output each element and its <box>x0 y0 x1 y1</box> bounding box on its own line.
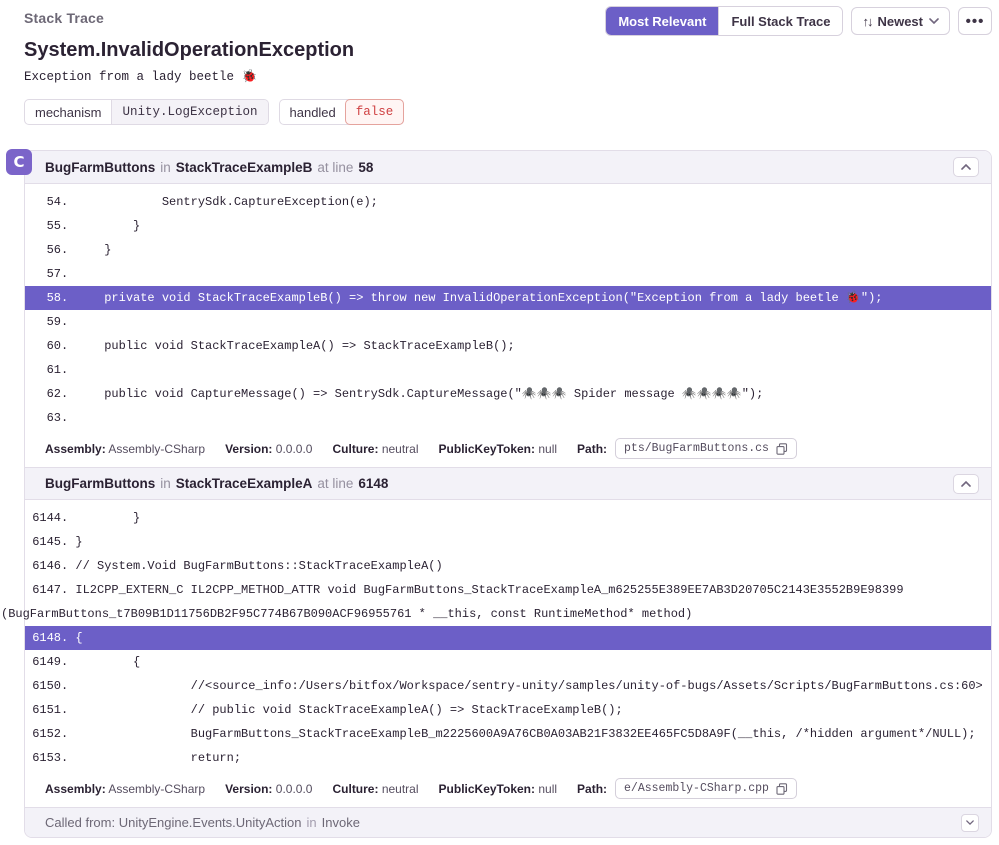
code-line: 6145. } <box>1 530 991 554</box>
path-label: Path: <box>577 782 607 796</box>
frames-list: BugFarmButtons in StackTraceExampleB at … <box>25 151 991 807</box>
code-line: 6146. // System.Void BugFarmButtons::Sta… <box>1 554 991 578</box>
ellipsis-icon: ••• <box>966 13 985 30</box>
stack-frame: BugFarmButtons in StackTraceExampleA at … <box>25 467 991 807</box>
token-value: null <box>538 442 557 456</box>
expand-frame-button[interactable] <box>961 814 979 832</box>
frame-function: StackTraceExampleB <box>176 160 313 175</box>
exception-message: Exception from a lady beetle 🐞 <box>24 69 992 84</box>
tag-key: handled <box>280 100 346 124</box>
at-line-label: at line <box>317 160 353 175</box>
collapsed-function: Invoke <box>322 815 360 830</box>
code-line: 6149. { <box>1 650 991 674</box>
chevron-up-icon <box>961 481 971 487</box>
code-line: 59. <box>1 310 991 334</box>
tag-mechanism[interactable]: mechanism Unity.LogException <box>24 99 269 125</box>
code-line: 63. <box>1 406 991 430</box>
code-line: 6147. IL2CPP_EXTERN_C IL2CPP_METHOD_ATTR… <box>1 578 991 626</box>
publickeytoken-label: PublicKeyToken: <box>439 442 535 456</box>
code-line: 6153. return; <box>1 746 991 770</box>
tag-key: mechanism <box>25 100 111 124</box>
frame-line-number: 6148 <box>358 476 388 491</box>
culture-value: neutral <box>382 442 419 456</box>
copy-icon <box>776 443 788 455</box>
version-label: Version: <box>225 442 272 456</box>
tags-row: mechanism Unity.LogException handled fal… <box>24 99 999 125</box>
chevron-down-icon <box>966 820 974 825</box>
frame-module: BugFarmButtons <box>45 476 155 491</box>
frame-header[interactable]: BugFarmButtons in StackTraceExampleB at … <box>25 151 991 184</box>
in-label: in <box>307 815 317 830</box>
code-line: 57. <box>1 262 991 286</box>
frame-module: BugFarmButtons <box>45 160 155 175</box>
code-line: 58. private void StackTraceExampleB() =>… <box>25 286 991 310</box>
in-label: in <box>160 476 171 491</box>
toolbar: Most Relevant Full Stack Trace ↑↓ Newest… <box>605 6 992 36</box>
stack-trace-card: C BugFarmButtons in StackTraceExampleB a… <box>24 150 992 838</box>
path-copy-button[interactable]: e/Assembly-CSharp.cpp <box>615 778 797 799</box>
code-line: 6144. } <box>1 506 991 530</box>
assembly-label: Assembly: <box>45 442 106 456</box>
sort-dropdown[interactable]: ↑↓ Newest <box>851 7 950 35</box>
full-stack-trace-button[interactable]: Full Stack Trace <box>718 7 842 35</box>
path-label: Path: <box>577 442 607 456</box>
sort-arrows-icon: ↑↓ <box>862 14 871 29</box>
more-options-button[interactable]: ••• <box>958 7 992 35</box>
tag-value: false <box>345 99 405 125</box>
tag-value: Unity.LogException <box>111 100 267 124</box>
frame-line-number: 58 <box>358 160 373 175</box>
collapsed-module: UnityEngine.Events.UnityAction <box>119 815 302 830</box>
path-copy-button[interactable]: pts/BugFarmButtons.cs <box>615 438 797 459</box>
csharp-platform-icon: C <box>6 149 32 175</box>
page-header: Stack Trace Most Relevant Full Stack Tra… <box>0 0 999 84</box>
platform-letter: C <box>13 153 24 171</box>
code-line: 54. SentrySdk.CaptureException(e); <box>1 190 991 214</box>
chevron-up-icon <box>961 164 971 170</box>
tag-handled[interactable]: handled false <box>279 99 405 125</box>
code-line: 6151. // public void StackTraceExampleA(… <box>1 698 991 722</box>
assembly-value: Assembly-CSharp <box>108 782 205 796</box>
in-label: in <box>160 160 171 175</box>
collapse-frame-button[interactable] <box>953 157 979 177</box>
version-value: 0.0.0.0 <box>276 442 313 456</box>
assembly-meta-row: Assembly: Assembly-CSharp Version: 0.0.0… <box>25 776 991 807</box>
code-line: 62. public void CaptureMessage() => Sent… <box>1 382 991 406</box>
code-line: 6152. BugFarmButtons_StackTraceExampleB_… <box>1 722 991 746</box>
assembly-label: Assembly: <box>45 782 106 796</box>
stack-trace-page: Stack Trace Most Relevant Full Stack Tra… <box>0 0 999 845</box>
at-line-label: at line <box>317 476 353 491</box>
source-code-block: 6144. } 6145. } 6146. // System.Void Bug… <box>25 500 991 776</box>
most-relevant-button[interactable]: Most Relevant <box>606 7 718 35</box>
sort-label: Newest <box>877 14 923 29</box>
culture-label: Culture: <box>332 782 378 796</box>
publickeytoken-label: PublicKeyToken: <box>439 782 535 796</box>
version-label: Version: <box>225 782 272 796</box>
frame-header[interactable]: BugFarmButtons in StackTraceExampleA at … <box>25 467 991 500</box>
copy-icon <box>776 783 788 795</box>
path-value: e/Assembly-CSharp.cpp <box>624 782 769 795</box>
frame-function: StackTraceExampleA <box>176 476 313 491</box>
collapse-frame-button[interactable] <box>953 474 979 494</box>
assembly-meta-row: Assembly: Assembly-CSharp Version: 0.0.0… <box>25 436 991 467</box>
exception-title: System.InvalidOperationException <box>24 39 992 62</box>
culture-label: Culture: <box>332 442 378 456</box>
code-line: 61. <box>1 358 991 382</box>
called-from-label: Called from: <box>45 815 115 830</box>
path-value: pts/BugFarmButtons.cs <box>624 442 769 455</box>
collapsed-frame-row[interactable]: Called from: UnityEngine.Events.UnityAct… <box>25 807 991 837</box>
version-value: 0.0.0.0 <box>276 782 313 796</box>
code-line: 55. } <box>1 214 991 238</box>
token-value: null <box>538 782 557 796</box>
assembly-value: Assembly-CSharp <box>108 442 205 456</box>
view-toggle: Most Relevant Full Stack Trace <box>605 6 843 36</box>
culture-value: neutral <box>382 782 419 796</box>
code-line: 60. public void StackTraceExampleA() => … <box>1 334 991 358</box>
chevron-down-icon <box>929 18 939 24</box>
code-line: 6150. //<source_info:/Users/bitfox/Works… <box>1 674 991 698</box>
code-line: 56. } <box>1 238 991 262</box>
stack-frame: BugFarmButtons in StackTraceExampleB at … <box>25 151 991 467</box>
code-line: 6148. { <box>25 626 991 650</box>
source-code-block: 54. SentrySdk.CaptureException(e); 55. }… <box>25 184 991 436</box>
